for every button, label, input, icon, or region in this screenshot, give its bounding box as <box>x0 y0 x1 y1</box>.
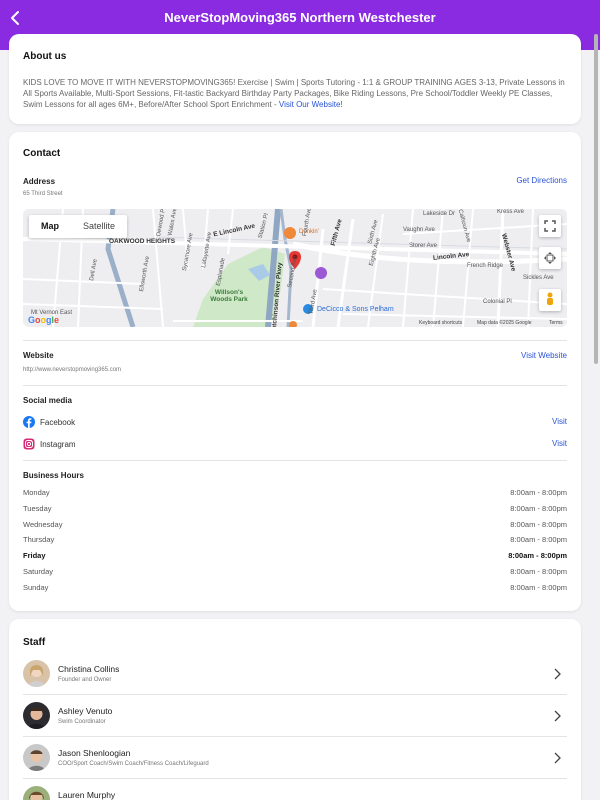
chevron-right-icon <box>554 752 561 764</box>
fullscreen-icon[interactable] <box>539 215 561 237</box>
chevron-right-icon <box>554 668 561 680</box>
map-label-lakeside: Lakeside Dr <box>423 211 456 217</box>
avatar <box>23 744 50 771</box>
business-hours-label: Business Hours <box>23 471 84 480</box>
hours-row: Thursday 8:00am - 8:00pm <box>23 535 567 551</box>
visit-our-website-link[interactable]: Visit Our Website! <box>279 100 343 109</box>
page-title: NeverStopMoving365 Northern Westchester <box>164 10 436 25</box>
google-logo: Google <box>28 315 60 325</box>
divider <box>23 385 567 386</box>
street-view-pegman-icon[interactable] <box>539 289 561 311</box>
staff-row[interactable]: Ashley Venuto Swim Coordinator <box>23 695 567 737</box>
about-card: About us KIDS LOVE TO MOVE IT WITH NEVER… <box>9 34 581 124</box>
keyboard-shortcuts-link[interactable]: Keyboard shortcuts <box>419 320 462 326</box>
address-value: 65 Third Street <box>23 191 63 197</box>
hours-row: Tuesday 8:00am - 8:00pm <box>23 504 567 520</box>
map-label-oakwood: OAKWOOD HEIGHTS <box>109 238 176 245</box>
staff-name: Jason Shenloogian <box>58 748 131 758</box>
about-text: KIDS LOVE TO MOVE IT WITH NEVERSTOPMOVIN… <box>23 77 569 110</box>
hours-time: 8:00am - 8:00pm <box>510 535 567 545</box>
contact-title: Contact <box>23 148 61 159</box>
hours-row: Saturday 8:00am - 8:00pm <box>23 567 567 583</box>
map-label-colonial: Colonial Pl <box>483 299 512 305</box>
map-label-storer: Storer Ave <box>409 243 437 249</box>
social-facebook-row: Facebook <box>23 415 75 429</box>
instagram-label: Instagram <box>40 439 76 449</box>
avatar <box>23 702 50 729</box>
staff-name: Ashley Venuto <box>58 706 113 716</box>
pan-control-icon[interactable] <box>539 247 561 269</box>
map-label-decicco: DeCicco & Sons Pelham <box>317 306 394 313</box>
avatar <box>23 786 50 800</box>
map-type-toggle[interactable]: Map Satellite <box>29 215 128 238</box>
hours-time: 8:00am - 8:00pm <box>508 551 567 561</box>
map-label-vaughn: Vaughn Ave <box>403 227 435 233</box>
hours-time: 8:00am - 8:00pm <box>510 582 567 592</box>
facebook-visit-link[interactable]: Visit <box>552 417 567 426</box>
instagram-visit-link[interactable]: Visit <box>552 439 567 448</box>
hours-time: 8:00am - 8:00pm <box>510 488 567 497</box>
content-scroll[interactable]: About us KIDS LOVE TO MOVE IT WITH NEVER… <box>0 34 590 800</box>
hours-time: 8:00am - 8:00pm <box>510 566 567 576</box>
hours-row: Sunday 8:00am - 8:00pm <box>23 583 567 599</box>
hours-row: Wednesday 8:00am - 8:00pm <box>23 520 567 536</box>
map-label-french-ridge: French Ridge <box>467 263 504 269</box>
facebook-icon <box>23 416 35 428</box>
staff-title: Staff <box>23 637 46 648</box>
hours-day: Thursday <box>23 535 55 545</box>
hours-day: Wednesday <box>23 519 63 529</box>
staff-row[interactable]: Lauren Murphy <box>23 779 567 800</box>
hours-day: Friday <box>23 551 46 561</box>
scrollbar-thumb[interactable] <box>594 34 598 364</box>
divider <box>23 460 567 461</box>
instagram-icon <box>23 438 35 450</box>
divider <box>23 340 567 341</box>
business-hours-list: Monday 8:00am - 8:00pm Tuesday 8:00am - 8:… <box>23 488 567 599</box>
scrollbar[interactable] <box>593 34 599 800</box>
hours-day: Tuesday <box>23 503 52 513</box>
map-embed[interactable]: Map Satellite OAKWOOD HEIGHTS Willson's … <box>23 209 567 327</box>
map-tab[interactable]: Map <box>29 215 71 238</box>
facebook-label: Facebook <box>40 417 76 427</box>
hours-day: Monday <box>23 488 50 497</box>
hours-time: 8:00am - 8:00pm <box>510 503 567 513</box>
map-label-kress: Kress Ave <box>497 209 524 215</box>
visit-website-link[interactable]: Visit Website <box>521 351 567 360</box>
staff-row[interactable]: Jason Shenloogian COO/Sport Coach/Swim C… <box>23 737 567 779</box>
map-label-sickles: Sickles Ave <box>523 275 554 281</box>
social-media-label: Social media <box>23 396 72 405</box>
hours-row: Monday 8:00am - 8:00pm <box>23 488 567 504</box>
avatar <box>23 660 50 687</box>
staff-name: Christina Collins <box>58 664 120 674</box>
hours-day: Saturday <box>23 566 54 576</box>
contact-card: Contact Address Get Directions 65 Third … <box>9 132 581 611</box>
map-terms-link[interactable]: Terms <box>549 320 563 326</box>
address-label: Address <box>23 177 56 186</box>
chevron-right-icon <box>554 710 561 722</box>
staff-card: Staff Christina Collins Founder and Owne… <box>9 619 581 800</box>
get-directions-link[interactable]: Get Directions <box>516 176 567 185</box>
map-label-park: Willson's Woods Park <box>210 289 248 303</box>
hours-row-today: Friday 8:00am - 8:00pm <box>23 551 567 567</box>
website-label: Website <box>23 351 54 360</box>
about-title: About us <box>23 51 67 62</box>
staff-role: COO/Sport Coach/Swim Coach/Fitness Coach… <box>58 761 209 767</box>
staff-role: Swim Coordinator <box>58 719 106 725</box>
social-instagram-row: Instagram <box>23 437 76 451</box>
staff-name: Lauren Murphy <box>58 790 116 800</box>
staff-row[interactable]: Christina Collins Founder and Owner <box>23 653 567 695</box>
satellite-tab[interactable]: Satellite <box>71 215 127 238</box>
website-url: http://www.neverstopmoving365.com <box>23 367 122 373</box>
map-data-attribution: Map data ©2025 Google <box>477 320 532 326</box>
hours-day: Sunday <box>23 582 49 592</box>
hours-time: 8:00am - 8:00pm <box>510 519 567 529</box>
staff-role: Founder and Owner <box>58 677 112 683</box>
